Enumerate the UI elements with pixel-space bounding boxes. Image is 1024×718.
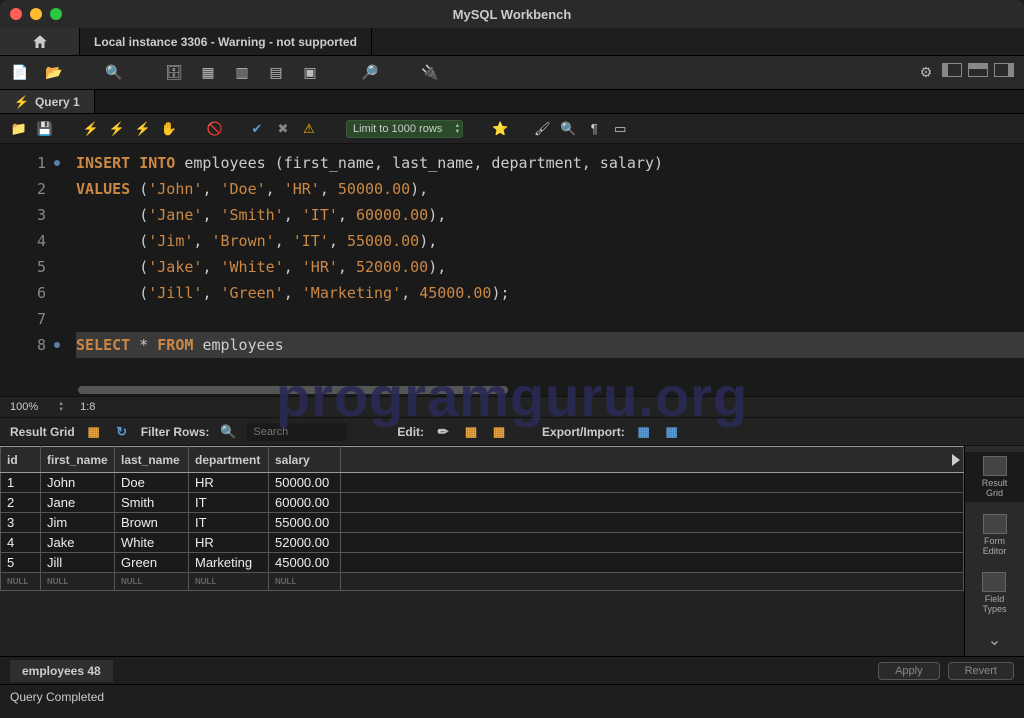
open-sql-file-icon[interactable]: 📂 bbox=[44, 63, 64, 83]
search-icon: 🔍 bbox=[219, 423, 237, 441]
connection-tab-label: Local instance 3306 - Warning - not supp… bbox=[94, 35, 357, 49]
explain-icon[interactable]: ⚡ bbox=[134, 120, 152, 138]
create-view-icon[interactable]: ▥ bbox=[232, 63, 252, 83]
table-row[interactable]: 5JillGreenMarketing45000.00 bbox=[1, 553, 964, 573]
table-row[interactable]: 3JimBrownIT55000.00 bbox=[1, 513, 964, 533]
window-title: MySQL Workbench bbox=[0, 7, 1024, 22]
editor-horizontal-scrollbar[interactable] bbox=[78, 386, 1004, 396]
result-grid[interactable]: id first_name last_name department salar… bbox=[0, 446, 964, 656]
toggle-bottom-panel-icon[interactable] bbox=[968, 63, 988, 77]
titlebar: MySQL Workbench bbox=[0, 0, 1024, 28]
connection-tab-bar: Local instance 3306 - Warning - not supp… bbox=[0, 28, 1024, 56]
zoom-level[interactable]: 100% bbox=[10, 401, 38, 413]
edit-label: Edit: bbox=[397, 425, 424, 439]
table-row[interactable]: 1JohnDoeHR50000.00 bbox=[1, 473, 964, 493]
commit-icon[interactable]: ✔ bbox=[248, 120, 266, 138]
new-sql-tab-icon[interactable]: 📄 bbox=[10, 63, 30, 83]
search-table-icon[interactable]: 🔎 bbox=[360, 63, 380, 83]
result-toolbar: Result Grid ▦ ↻ Filter Rows: 🔍 Edit: ✏ ▦… bbox=[0, 418, 1024, 446]
execute-current-icon[interactable]: ⚡ bbox=[108, 120, 126, 138]
grid-icon[interactable]: ▦ bbox=[85, 423, 103, 441]
limit-rows-select[interactable]: Limit to 1000 rows ▲▼ bbox=[346, 120, 463, 138]
table-header-row: id first_name last_name department salar… bbox=[1, 447, 964, 473]
lightning-icon: ⚡ bbox=[14, 95, 29, 109]
toggle-left-panel-icon[interactable] bbox=[942, 63, 962, 77]
table-row[interactable]: 2JaneSmithIT60000.00 bbox=[1, 493, 964, 513]
inspector-icon[interactable]: 🔍 bbox=[104, 63, 124, 83]
home-icon bbox=[31, 33, 49, 51]
create-procedure-icon[interactable]: ▤ bbox=[266, 63, 286, 83]
bottom-tab-bar: employees 48 Apply Revert bbox=[0, 656, 1024, 684]
sql-editor[interactable]: 1 2 3 4 5 6 7 8 INSERT INTO employees (f… bbox=[0, 144, 1024, 396]
snippet-icon[interactable]: ▭ bbox=[611, 120, 629, 138]
wrap-icon[interactable]: ¶ bbox=[585, 120, 603, 138]
revert-button[interactable]: Revert bbox=[948, 662, 1014, 680]
delete-row-icon[interactable]: ▦ bbox=[490, 423, 508, 441]
create-schema-icon[interactable]: 🗄 bbox=[164, 63, 184, 83]
apply-button[interactable]: Apply bbox=[878, 662, 940, 680]
table-row[interactable]: 4JakeWhiteHR52000.00 bbox=[1, 533, 964, 553]
result-set-tab[interactable]: employees 48 bbox=[10, 660, 113, 682]
status-bar: Query Completed bbox=[0, 684, 1024, 708]
editor-footer: 100% ▲▼ 1:8 bbox=[0, 396, 1024, 418]
result-side-panel: Result Grid Form Editor Field Types ⌄ bbox=[964, 446, 1024, 656]
find-icon[interactable]: 🖌 bbox=[533, 120, 551, 138]
line-gutter: 1 2 3 4 5 6 7 8 bbox=[0, 144, 62, 396]
side-result-grid[interactable]: Result Grid bbox=[965, 452, 1024, 502]
settings-icon[interactable]: ⚙ bbox=[916, 63, 936, 83]
expand-arrow-icon[interactable] bbox=[952, 454, 960, 466]
code-area[interactable]: INSERT INTO employees (first_name, last_… bbox=[62, 144, 1024, 396]
result-body: id first_name last_name department salar… bbox=[0, 446, 1024, 656]
import-icon[interactable]: ▦ bbox=[663, 423, 681, 441]
reconnect-icon[interactable]: 🔌 bbox=[420, 63, 440, 83]
beautify-icon[interactable]: ⭐ bbox=[491, 120, 509, 138]
form-editor-icon bbox=[983, 514, 1007, 534]
editor-toolbar: 📁 💾 ⚡ ⚡ ⚡ ✋ 🚫 ✔ ✖ ⚠ Limit to 1000 rows ▲… bbox=[0, 114, 1024, 144]
add-row-icon[interactable]: ▦ bbox=[462, 423, 480, 441]
field-types-icon bbox=[982, 572, 1006, 592]
create-function-icon[interactable]: ▣ bbox=[300, 63, 320, 83]
invisible-chars-icon[interactable]: 🔍 bbox=[559, 120, 577, 138]
chevron-down-icon: ⌄ bbox=[988, 630, 1001, 650]
query-tab-bar: ⚡ Query 1 bbox=[0, 90, 1024, 114]
side-form-editor[interactable]: Form Editor bbox=[983, 510, 1007, 560]
rollback-icon[interactable]: ✖ bbox=[274, 120, 292, 138]
side-more[interactable]: ⌄ bbox=[988, 626, 1001, 654]
create-table-icon[interactable]: ▦ bbox=[198, 63, 218, 83]
open-file-icon[interactable]: 📁 bbox=[10, 120, 28, 138]
export-label: Export/Import: bbox=[542, 425, 625, 439]
toggle-safe-icon[interactable]: ⚠ bbox=[300, 120, 318, 138]
export-icon[interactable]: ▦ bbox=[635, 423, 653, 441]
stop-icon[interactable]: ✋ bbox=[160, 120, 178, 138]
refresh-icon[interactable]: ↻ bbox=[113, 423, 131, 441]
edit-row-icon[interactable]: ✏ bbox=[434, 423, 452, 441]
save-file-icon[interactable]: 💾 bbox=[36, 120, 54, 138]
toggle-right-panel-icon[interactable] bbox=[994, 63, 1014, 77]
filter-input[interactable] bbox=[247, 423, 347, 441]
cursor-position: 1:8 bbox=[80, 401, 95, 413]
table-null-row[interactable]: NULLNULLNULLNULLNULL bbox=[1, 573, 964, 591]
home-tab[interactable] bbox=[0, 28, 80, 55]
query-tab-label: Query 1 bbox=[35, 95, 80, 109]
limit-rows-label: Limit to 1000 rows bbox=[346, 120, 463, 138]
status-text: Query Completed bbox=[10, 690, 104, 704]
query-tab[interactable]: ⚡ Query 1 bbox=[0, 90, 95, 113]
connection-tab[interactable]: Local instance 3306 - Warning - not supp… bbox=[80, 28, 372, 55]
main-toolbar: 📄 📂 🔍 🗄 ▦ ▥ ▤ ▣ 🔎 🔌 ⚙ bbox=[0, 56, 1024, 90]
side-field-types[interactable]: Field Types bbox=[982, 568, 1006, 618]
toggle-autocommit-icon[interactable]: 🚫 bbox=[206, 120, 224, 138]
filter-label: Filter Rows: bbox=[141, 425, 210, 439]
result-grid-icon bbox=[983, 456, 1007, 476]
execute-icon[interactable]: ⚡ bbox=[82, 120, 100, 138]
result-title: Result Grid bbox=[10, 425, 75, 439]
